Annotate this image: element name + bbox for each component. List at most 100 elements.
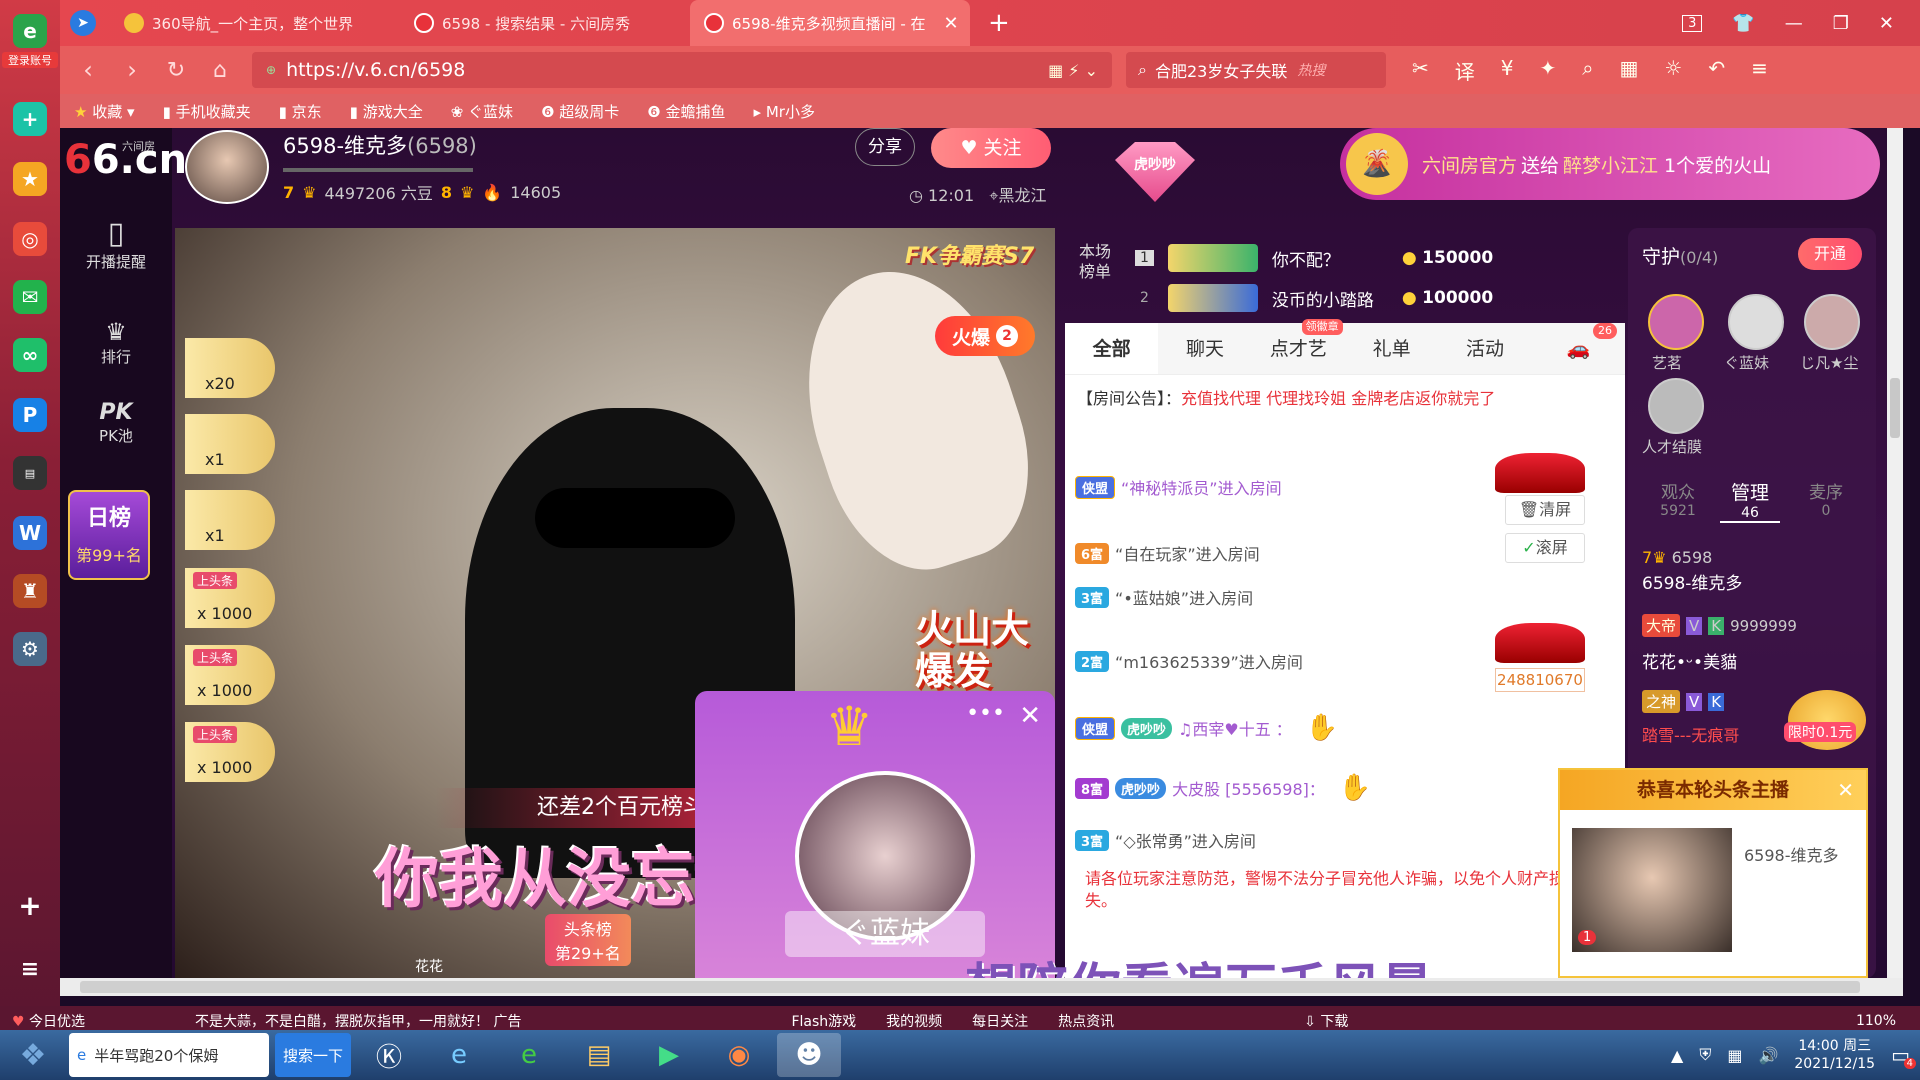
tab-all[interactable]: 全部 <box>1065 323 1159 374</box>
status-item[interactable]: Flash游戏 <box>791 1011 856 1031</box>
zoom-level[interactable]: 110% <box>1856 1013 1896 1029</box>
manager-entry[interactable]: 7♛ 6598 6598-维克多 <box>1642 548 1742 594</box>
tab-search[interactable]: 6598 - 搜索结果 - 六间房秀 <box>400 0 690 46</box>
login-label[interactable]: 登录账号 <box>2 52 58 68</box>
taskbar-search-button[interactable]: 搜索一下 <box>275 1033 351 1077</box>
network-icon[interactable]: ▦ <box>1727 1046 1742 1065</box>
undo-icon[interactable]: ↶ <box>1708 56 1725 85</box>
tab-car[interactable]: 🚗 26 <box>1532 323 1625 374</box>
chat-icon[interactable]: ∞ <box>13 338 47 372</box>
tab-gift-list[interactable]: 礼单 <box>1345 323 1438 374</box>
nav-pk[interactable]: PK PK池 <box>60 400 172 446</box>
tab-activity[interactable]: 活动 <box>1438 323 1531 374</box>
video-player[interactable]: FK争霸赛S7 火爆 2 火山大爆发 还差2个百元榜斗 x20 x1 x1 上头条… <box>175 228 1055 978</box>
minimize-icon[interactable]: — <box>1785 13 1803 34</box>
download-item[interactable]: ⇩ 下载 <box>1304 1011 1348 1031</box>
game2-icon[interactable]: ⚙ <box>13 632 47 666</box>
status-ad[interactable]: 不是大蒜，不是白醋，摆脱灰指甲，一用就好！ 广告 <box>195 1011 521 1031</box>
close-tab-icon[interactable]: ✕ <box>944 13 959 34</box>
nav-live-remind[interactable]: ▯ 开播提醒 <box>60 216 172 272</box>
add-icon[interactable]: + <box>13 888 47 922</box>
tab-360[interactable]: 360导航_一个主页，整个世界 <box>110 0 400 46</box>
notification-icon[interactable]: ▭ 4 <box>1891 1043 1916 1069</box>
rank-row[interactable]: 2 没币的小踏路 ● 100000 <box>1135 282 1615 314</box>
sun-icon[interactable]: ☼ <box>1664 56 1682 85</box>
huchao-badge[interactable]: 虎吵吵 <box>1115 142 1195 202</box>
open-guard-button[interactable]: 开通 <box>1798 238 1862 270</box>
bookmark-favorites[interactable]: ★ 收藏 ▾ <box>74 101 135 122</box>
bookmark-item[interactable]: ❻ 金蟾捕鱼 <box>647 101 725 122</box>
tab-chat[interactable]: 聊天 <box>1158 323 1251 374</box>
menu-icon[interactable]: ≡ <box>1751 56 1768 85</box>
k-app-icon[interactable]: Ⓚ <box>357 1033 421 1077</box>
status-item[interactable]: 我的视频 <box>886 1011 942 1031</box>
tray-up-icon[interactable]: ▲ <box>1671 1046 1683 1065</box>
taskbar-search-input[interactable]: e 半年骂跑20个保姆 <box>69 1033 269 1077</box>
star-icon[interactable]: ★ <box>13 162 47 196</box>
streamer-avatar[interactable] <box>185 130 269 204</box>
folder-icon[interactable]: ▤ <box>567 1033 631 1077</box>
share-button[interactable]: 分享 <box>855 128 915 166</box>
send-icon[interactable]: ➤ <box>70 10 96 36</box>
active-app-icon[interactable]: ☻ <box>777 1033 841 1077</box>
page-scrollbar[interactable] <box>1887 128 1903 978</box>
daily-rank[interactable]: 日榜 第99+名 <box>68 490 150 580</box>
mail-icon[interactable]: ✉ <box>13 280 47 314</box>
refresh-icon[interactable]: ↻ <box>154 58 198 83</box>
tab-talent[interactable]: 点才艺 领徽章 <box>1252 319 1345 374</box>
home-icon[interactable]: ⌂ <box>198 58 242 83</box>
bookmark-item[interactable]: ▸ Mr小多 <box>754 101 815 122</box>
gamepad-icon[interactable]: ✦ <box>1540 56 1557 85</box>
bookmark-item[interactable]: ❻ 超级周卡 <box>541 101 619 122</box>
p-app-icon[interactable]: P <box>13 398 47 432</box>
tab-audience[interactable]: 观众 5921 <box>1648 478 1708 519</box>
player-icon[interactable]: ▶ <box>637 1033 701 1077</box>
scissors-icon[interactable]: ✂ <box>1412 56 1429 85</box>
guard-avatar[interactable] <box>1648 294 1704 350</box>
guard-avatar[interactable] <box>1728 294 1784 350</box>
maximize-icon[interactable]: ❐ <box>1833 13 1849 34</box>
360-browser-icon[interactable]: e <box>13 14 47 48</box>
tab-mic-queue[interactable]: 麦序 0 <box>1796 478 1856 519</box>
scroll-screen-button[interactable]: ✓滚屏 <box>1505 533 1585 563</box>
status-item[interactable]: 热点资讯 <box>1058 1011 1114 1031</box>
horizontal-scrollbar[interactable] <box>60 978 1903 996</box>
tab-manager[interactable]: 管理 46 <box>1720 478 1780 523</box>
grid-icon[interactable]: ▦ <box>1619 56 1638 85</box>
close-window-icon[interactable]: ✕ <box>1879 13 1894 34</box>
bookmark-item[interactable]: ▮ 游戏大全 <box>350 101 423 122</box>
status-item[interactable]: ♥ 今日优选 <box>12 1011 85 1031</box>
rank-row[interactable]: 1 你不配？ ● 150000 <box>1135 242 1615 274</box>
chrome-icon[interactable]: ◉ <box>707 1033 771 1077</box>
bookmark-item[interactable]: ▮ 京东 <box>279 101 322 122</box>
status-item[interactable]: 每日关注 <box>972 1011 1028 1031</box>
guard-avatar[interactable] <box>1648 378 1704 434</box>
bookmark-item[interactable]: ❀ ぐ蓝妹 <box>451 101 513 122</box>
weibo-icon[interactable]: ◎ <box>13 222 47 256</box>
more-icon[interactable]: ••• <box>966 701 1005 726</box>
tab-live[interactable]: 6598-维克多视频直播间 - 在 ✕ <box>690 0 970 46</box>
manager-entry[interactable]: 之神 V K <box>1642 690 1725 713</box>
tab-count[interactable]: 3 <box>1682 14 1703 32</box>
translate-icon[interactable]: 译 <box>1455 56 1475 85</box>
ie-icon[interactable]: e <box>427 1033 491 1077</box>
clock[interactable]: 14:00 周三 2021/12/15 <box>1794 1037 1875 1073</box>
start-button[interactable]: ❖ <box>3 1033 63 1077</box>
coin-icon[interactable]: ¥ <box>1501 56 1514 85</box>
congrats-avatar[interactable] <box>1572 828 1732 952</box>
word-icon[interactable]: W <box>13 516 47 550</box>
clear-screen-button[interactable]: 🗑清屏 <box>1505 495 1585 525</box>
manager-entry[interactable]: 大帝 V K 9999999 <box>1642 614 1797 637</box>
guard-avatar[interactable] <box>1804 294 1860 350</box>
url-input[interactable]: ⊕ https://v.6.cn/6598 ▦ ⚡ ⌄ <box>252 52 1112 88</box>
magnifier-icon[interactable]: ⌕ <box>1582 56 1593 85</box>
bookmark-item[interactable]: ▮ 手机收藏夹 <box>163 101 251 122</box>
360-icon[interactable]: e <box>497 1033 561 1077</box>
nav-rank[interactable]: ♛ 排行 <box>60 318 172 367</box>
search-input[interactable]: ⌕ 合肥23岁女子失联 热搜 <box>1126 52 1386 88</box>
qr-icon[interactable]: ▦ ⚡ ⌄ <box>1048 61 1098 80</box>
menu-icon[interactable]: ≡ <box>13 952 47 986</box>
game-icon[interactable]: ♜ <box>13 574 47 608</box>
forward-icon[interactable]: › <box>110 56 154 84</box>
shield-icon[interactable]: ⛨ <box>1699 1045 1711 1065</box>
